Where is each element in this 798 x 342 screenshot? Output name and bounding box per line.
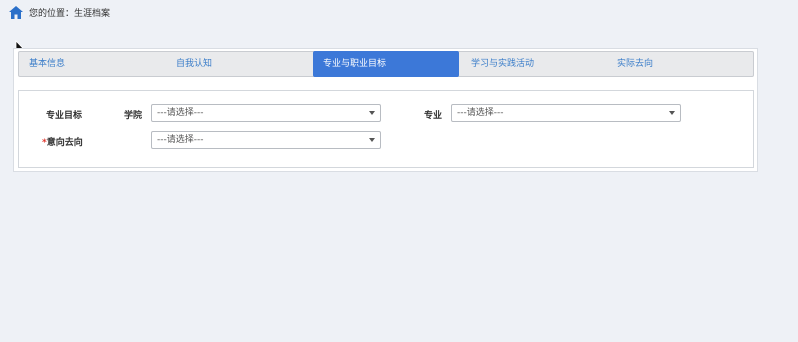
college-select-value: ---请选择--- xyxy=(157,108,204,118)
intention-label-text: 意向去向 xyxy=(46,138,83,148)
breadcrumb: 您的位置：生涯档案 xyxy=(9,4,110,20)
home-icon[interactable] xyxy=(9,5,23,19)
career-profile-panel: 基本信息 自我认知 专业与职业目标 学习与实践活动 实际去向 专业目标 学院 -… xyxy=(13,48,758,172)
tab-major-career-goal[interactable]: 专业与职业目标 xyxy=(313,51,459,77)
major-select[interactable]: ---请选择--- xyxy=(451,104,681,122)
tab-study-practice[interactable]: 学习与实践活动 xyxy=(465,52,611,76)
major-goal-label: 专业目标 xyxy=(46,111,83,121)
chevron-down-icon xyxy=(369,111,375,115)
chevron-down-icon xyxy=(369,138,375,142)
college-select[interactable]: ---请选择--- xyxy=(151,104,381,122)
breadcrumb-text: 您的位置：生涯档案 xyxy=(29,8,111,19)
college-label: 学院 xyxy=(124,111,143,121)
goal-form: 专业目标 学院 ---请选择--- 专业 ---请选择--- *意向去向 ---… xyxy=(18,90,754,168)
chevron-down-icon xyxy=(669,111,675,115)
intention-select[interactable]: ---请选择--- xyxy=(151,131,381,149)
tab-bar: 基本信息 自我认知 专业与职业目标 学习与实践活动 实际去向 xyxy=(18,51,754,77)
tab-basic-info[interactable]: 基本信息 xyxy=(23,52,169,76)
major-label: 专业 xyxy=(424,111,443,121)
intention-label: *意向去向 xyxy=(42,135,83,148)
tab-actual-destination[interactable]: 实际去向 xyxy=(611,52,757,76)
tab-self-awareness[interactable]: 自我认知 xyxy=(170,52,316,76)
major-select-value: ---请选择--- xyxy=(457,108,504,118)
intention-select-value: ---请选择--- xyxy=(157,135,204,145)
